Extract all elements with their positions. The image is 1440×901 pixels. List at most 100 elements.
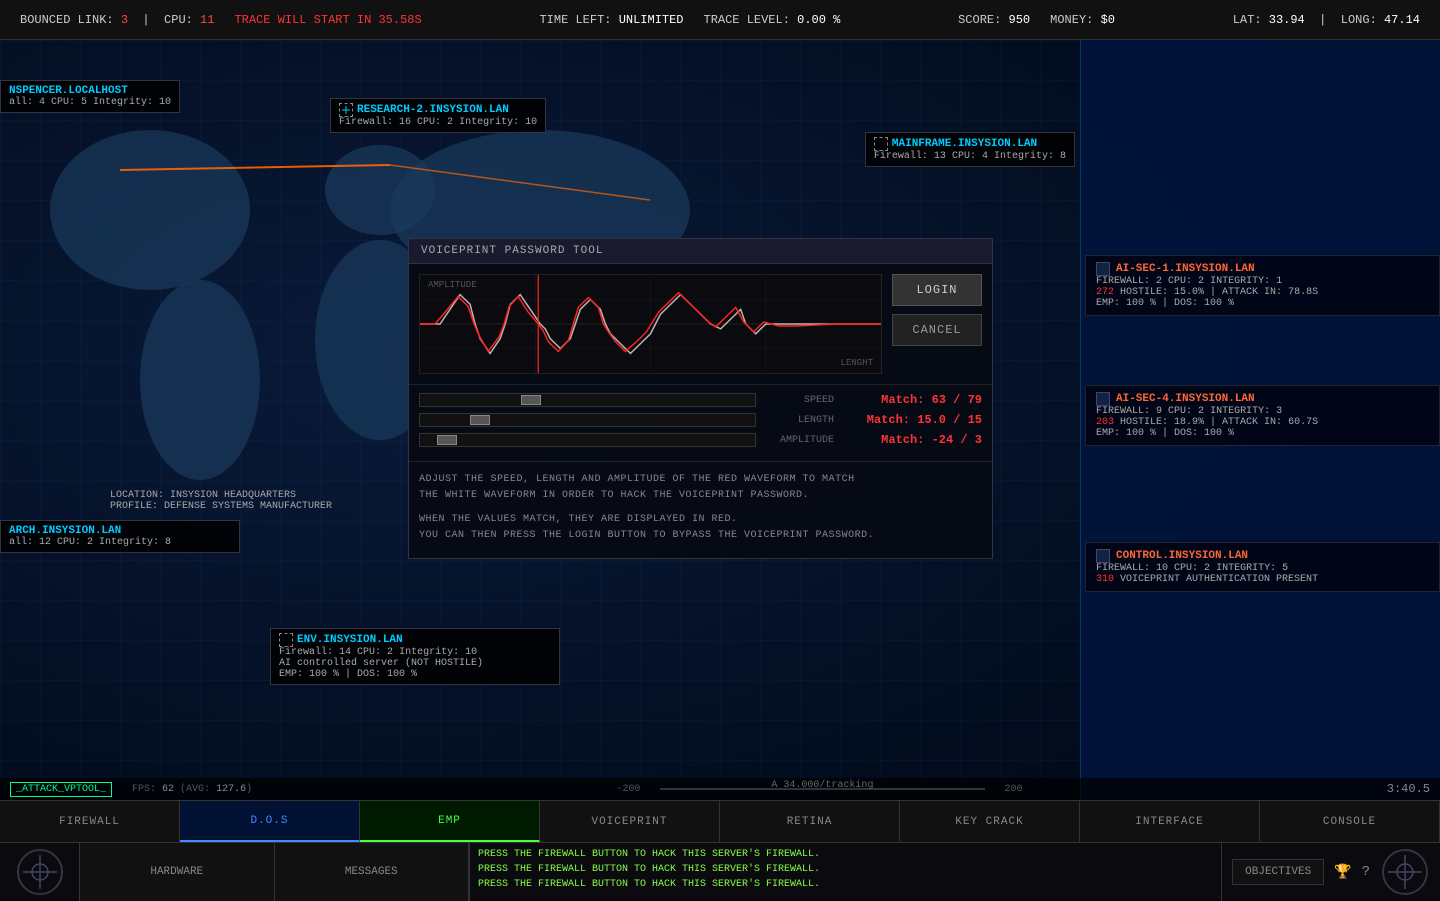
server-detail-aisec4: Firewall: 9 CPU: 2 Integrity: 3 [1096,406,1429,417]
control-port: 310 [1096,574,1114,585]
bottom-bar: Firewall D.O.S EMP Voiceprint Retina Key… [0,800,1440,900]
server-detail-mainframe: Firewall: 13 CPU: 4 Integrity: 8 [874,151,1066,162]
instruction-line-3: When the values match, they are displaye… [419,512,982,528]
speed-slider-row: Speed Match: 63 / 79 [419,393,982,407]
voiceprint-modal: Voiceprint Password Tool Amplitude Lengh… [408,238,993,559]
messages-button[interactable]: Messages [275,843,470,901]
tab-emp[interactable]: EMP [360,801,540,842]
fps-bar: _ATTACK_VPTOOL_ FPS: 62 (Avg: 127.6) -20… [0,778,1440,800]
server-stat-aisec1: 272 Hostile: 15.0% | Attack in: 78.8s [1096,287,1429,298]
server-node-research2[interactable]: RESEARCH-2.INSYSION.LAN Firewall: 16 CPU… [330,98,546,133]
server-detail-control: Firewall: 10 CPU: 2 Integrity: 5 [1096,563,1429,574]
server-stat-aisec4: 203 Hostile: 18.9% | Attack in: 60.7s [1096,417,1429,428]
server-name-aisec4: AI-SEC-4.INSYSION.LAN [1116,393,1255,405]
trace-start-stat: Trace will start in 35.58s [234,13,421,27]
amplitude-slider[interactable] [419,433,756,447]
length-match: Match: 15.0 / 15 [842,413,982,427]
lat-long-stat: LAT: 33.94 | LONG: 47.14 [1233,13,1420,27]
cancel-button[interactable]: Cancel [892,314,982,346]
server-detail-research2: Firewall: 16 CPU: 2 Integrity: 10 [339,117,537,128]
amplitude-match: Match: -24 / 3 [842,433,982,447]
time-left-stat: Time Left: Unlimited [539,13,683,27]
tab-voiceprint[interactable]: Voiceprint [540,801,720,842]
score-value: 950 [1009,13,1031,27]
aisec4-port: 203 [1096,417,1114,428]
fps-display: FPS: 62 (Avg: 127.6) [132,784,252,795]
server-detail-local: all: 4 CPU: 5 Integrity: 10 [9,97,171,108]
sliders-section: Speed Match: 63 / 79 Length Match: 15.0 … [409,384,992,461]
bottom-right: Objectives 🏆 ? [1222,843,1440,901]
message-line-1: Press the FIREWALL button to hack this s… [478,847,1213,862]
length-slider-row: Length Match: 15.0 / 15 [419,413,982,427]
bounced-link-stat: Bounced Link: 3 | CPU: 11 [20,13,214,27]
bottom-messages: Press the FIREWALL button to hack this s… [470,843,1222,901]
bounced-link-value: 3 [121,13,128,27]
scale-min: -200 [616,784,640,795]
waveform-length-label: Lenght [841,358,873,368]
location-info: Location: Insysion Headquarters Profile:… [110,490,332,512]
server-ai-env: AI controlled server (NOT HOSTILE) [279,658,551,669]
trace-level-value: 0.00 % [797,13,840,27]
money-value: $0 [1101,13,1115,27]
server-voiceprint-control: 310 Voiceprint authentication present [1096,574,1429,585]
server-node-env[interactable]: ENV.INSYSION.LAN Firewall: 14 CPU: 2 Int… [270,628,560,685]
timestamp: 3:40.5 [1387,782,1430,796]
server-name-control: CONTROL.INSYSION.LAN [1116,550,1248,562]
instruction-line-1: Adjust the speed, length and amplitude o… [419,472,982,488]
message-line-2: Press the FIREWALL button to hack this s… [478,862,1213,877]
help-icon[interactable]: ? [1362,864,1370,880]
speed-label: Speed [764,395,834,406]
location-line2: Profile: Defense systems manufacturer [110,501,332,512]
trophy-icon[interactable]: 🏆 [1334,864,1351,881]
long-value: 47.14 [1384,13,1420,27]
server-node-aisec4[interactable]: AI-SEC-4.INSYSION.LAN Firewall: 9 CPU: 2… [1085,385,1440,446]
tab-retina[interactable]: Retina [720,801,900,842]
top-status-bar: Bounced Link: 3 | CPU: 11 Trace will sta… [0,0,1440,40]
waveform-amplitude-label: Amplitude [428,280,477,290]
server-node-control[interactable]: CONTROL.INSYSION.LAN Firewall: 10 CPU: 2… [1085,542,1440,592]
score-stat: Score: 950 [958,13,1030,27]
tab-keycrack[interactable]: Key Crack [900,801,1080,842]
server-name-aisec1: AI-SEC-1.INSYSION.LAN [1116,263,1255,275]
server-node-arch[interactable]: ARCH.INSYSION.LAN all: 12 CPU: 2 Integri… [0,520,240,553]
money-stat: Money: $0 [1050,13,1115,27]
objectives-button[interactable]: Objectives [1232,859,1324,885]
message-line-3: Press the FIREWALL button to hack this s… [478,877,1213,892]
attack-vptool-label: _ATTACK_VPTOOL_ [10,782,112,797]
cpu-value: 11 [200,13,214,27]
tab-console[interactable]: Console [1260,801,1440,842]
server-emp-dos-env: EMP: 100 % | DOS: 100 % [279,669,551,680]
instruction-line-4: You can then press the Login button to b… [419,528,982,544]
server-detail-aisec1: Firewall: 2 CPU: 2 Integrity: 1 [1096,276,1429,287]
amplitude-label: Amplitude [764,435,834,446]
server-name-env: ENV.INSYSION.LAN [297,634,403,646]
hardware-button[interactable]: Hardware [80,843,275,901]
aisec1-port: 272 [1096,287,1114,298]
trace-level-stat: Trace Level: 0.00 % [704,13,841,27]
length-label: Length [764,415,834,426]
instructions-section: Adjust the speed, length and amplitude o… [409,461,992,558]
length-slider[interactable] [419,413,756,427]
time-left-value: Unlimited [619,13,684,27]
attack-label-text: _ATTACK_VPTOOL_ [16,784,106,795]
server-node-local[interactable]: NSPENCER.LOCALHOST all: 4 CPU: 5 Integri… [0,80,180,113]
tab-interface[interactable]: Interface [1080,801,1260,842]
speed-slider[interactable] [419,393,756,407]
tab-dos[interactable]: D.O.S [180,801,360,842]
amplitude-slider-row: Amplitude Match: -24 / 3 [419,433,982,447]
modal-title-bar: Voiceprint Password Tool [409,239,992,264]
login-button[interactable]: Login [892,274,982,306]
server-detail-env: Firewall: 14 CPU: 2 Integrity: 10 [279,647,551,658]
modal-title: Voiceprint Password Tool [421,245,603,257]
tab-firewall[interactable]: Firewall [0,801,180,842]
waveform-container: Amplitude Lenght [419,274,882,374]
modal-buttons: Login Cancel [892,274,982,374]
logo-right [1380,847,1430,897]
location-line1: Location: Insysion Headquarters [110,490,332,501]
server-node-aisec1[interactable]: AI-SEC-1.INSYSION.LAN Firewall: 2 CPU: 2… [1085,255,1440,316]
scale-mid: A 34.000/tracking [771,780,873,791]
logo-left [15,847,65,897]
server-empdos-aisec1: EMP: 100 % | DOS: 100 % [1096,298,1429,309]
trace-start-value: 35.58s [378,13,421,27]
server-node-mainframe[interactable]: MAINFRAME.INSYSION.LAN Firewall: 13 CPU:… [865,132,1075,167]
